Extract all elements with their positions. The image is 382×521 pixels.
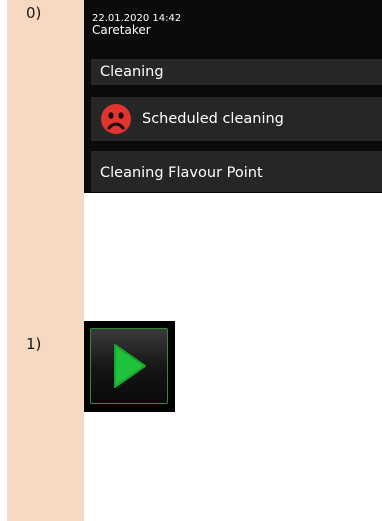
user-role: Caretaker: [92, 23, 151, 37]
step-label-0: 0): [26, 4, 42, 22]
sad-face-icon: [100, 103, 132, 135]
menu-title: Cleaning: [91, 59, 382, 85]
menu-title-label: Cleaning: [100, 64, 164, 80]
play-button-frame: [84, 321, 175, 412]
cleaning-flavour-point-label: Cleaning Flavour Point: [100, 164, 263, 181]
cleaning-flavour-point-item[interactable]: Cleaning Flavour Point: [91, 151, 382, 192]
status-header: 22.01.2020 14:42 Caretaker: [92, 13, 181, 37]
step-column: [7, 0, 84, 521]
step-label-1: 1): [26, 335, 42, 353]
scheduled-cleaning-label: Scheduled cleaning: [142, 111, 284, 127]
device-screen: 22.01.2020 14:42 Caretaker Cleaning Sche…: [84, 0, 382, 193]
play-button[interactable]: [90, 328, 168, 404]
play-icon: [114, 344, 146, 388]
scheduled-cleaning-item[interactable]: Scheduled cleaning: [91, 97, 382, 141]
